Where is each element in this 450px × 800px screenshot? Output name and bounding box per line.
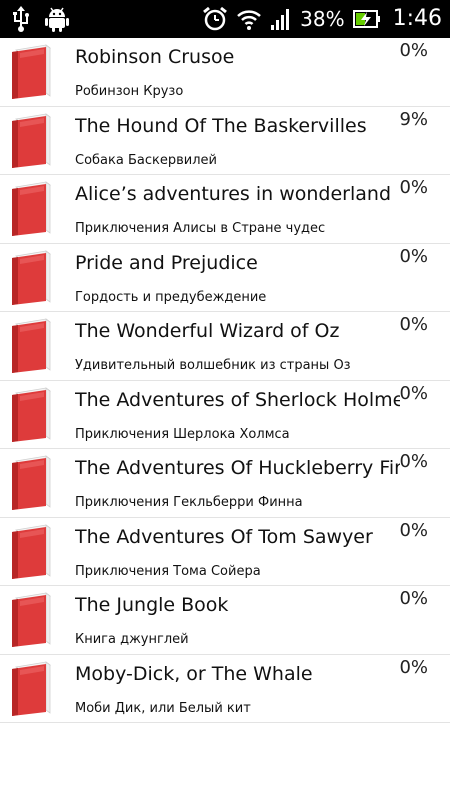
book-subtitle: Моби Дик, или Белый кит <box>75 700 251 716</box>
book-title: The Jungle Book <box>75 594 229 616</box>
book-title: Robinson Crusoe <box>75 46 235 68</box>
book-progress: 0% <box>399 656 428 678</box>
book-progress: 0% <box>399 40 428 61</box>
book-subtitle: Приключения Тома Сойера <box>75 563 261 579</box>
book-subtitle: Приключения Шерлока Холмса <box>75 426 290 442</box>
android-debug-icon <box>45 7 69 32</box>
book-list-item[interactable]: The Adventures Of Huckleberry Finn Прикл… <box>0 449 450 518</box>
book-title: Pride and Prejudice <box>75 251 258 274</box>
status-bar: 38% 1:46 <box>0 0 450 38</box>
book-list-item[interactable]: The Hound Of The Baskervilles Собака Бас… <box>0 106 450 175</box>
wifi-icon <box>237 10 261 30</box>
book-list-item[interactable]: Robinson Crusoe Робинзон Крузо 0% <box>0 38 450 107</box>
book-title: Alice’s adventures in wonderland <box>75 183 392 205</box>
book-progress: 0% <box>399 245 428 267</box>
book-progress: 0% <box>399 382 428 404</box>
book-icon <box>12 660 51 716</box>
book-title: The Adventures Of Tom Sawyer <box>75 525 373 548</box>
alarm-icon <box>203 6 228 31</box>
book-list-item[interactable]: The Adventures of Sherlock Holmes Приклю… <box>0 380 450 449</box>
book-subtitle: Собака Баскервилей <box>75 152 217 168</box>
book-progress: 0% <box>399 177 428 198</box>
book-icon <box>12 318 51 373</box>
status-bar-notifications <box>12 0 70 38</box>
book-icon <box>12 386 51 442</box>
book-progress: 0% <box>399 519 428 541</box>
book-icon <box>12 523 51 579</box>
book-icon <box>12 44 51 99</box>
book-list-item[interactable]: Pride and Prejudice Гордость и предубежд… <box>0 243 450 312</box>
book-subtitle: Удивительный волшебник из страны Оз <box>75 358 351 373</box>
book-list-item[interactable]: The Adventures Of Tom Sawyer Приключения… <box>0 517 450 586</box>
book-progress: 9% <box>399 108 428 130</box>
book-list-item[interactable]: The Wonderful Wizard of Oz Удивительный … <box>0 312 450 381</box>
signal-icon <box>271 9 290 30</box>
usb-icon <box>13 6 29 32</box>
battery-percent: 38% <box>300 7 345 31</box>
book-progress: 0% <box>399 314 428 335</box>
book-list-item[interactable]: The Jungle Book Книга джунглей 0% <box>0 586 450 655</box>
book-subtitle: Книга джунглей <box>75 632 189 647</box>
book-progress: 0% <box>399 588 428 609</box>
book-subtitle: Приключения Алисы в Стране чудес <box>75 221 326 236</box>
clock: 1:46 <box>392 6 442 31</box>
book-list: Robinson Crusoe Робинзон Крузо 0% The Ho… <box>0 38 450 723</box>
book-title: The Hound Of The Baskervilles <box>75 114 367 137</box>
book-icon <box>12 455 51 510</box>
book-title: Moby-Dick, or The Whale <box>75 662 313 685</box>
book-subtitle: Приключения Гекльберри Финна <box>75 495 303 510</box>
book-title: The Adventures of Sherlock Holmes <box>75 388 400 411</box>
book-list-item[interactable]: Moby-Dick, or The Whale Моби Дик, или Бе… <box>0 654 450 723</box>
book-list-item[interactable]: Alice’s adventures in wonderland Приключ… <box>0 175 450 244</box>
book-icon <box>12 249 51 305</box>
book-title: The Wonderful Wizard of Oz <box>75 320 340 342</box>
book-subtitle: Робинзон Крузо <box>75 84 184 99</box>
status-bar-system: 38% 1:46 <box>202 0 442 38</box>
book-subtitle: Гордость и предубеждение <box>75 289 267 305</box>
battery-charging-icon <box>352 10 380 28</box>
book-icon <box>12 181 51 236</box>
book-icon <box>12 592 51 647</box>
book-progress: 0% <box>399 451 428 472</box>
book-icon <box>12 112 51 168</box>
book-title: The Adventures Of Huckleberry Finn <box>75 457 400 479</box>
